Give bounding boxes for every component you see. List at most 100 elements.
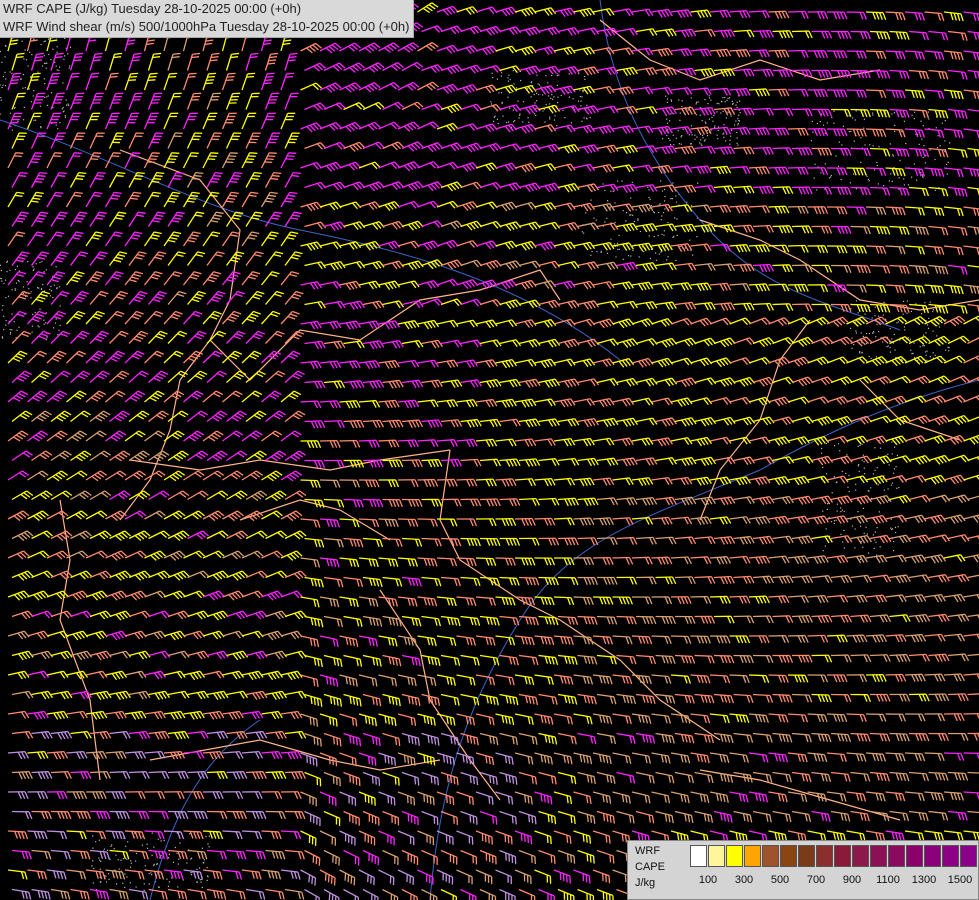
barb-feather [823, 11, 829, 20]
barb-feather [758, 167, 764, 175]
barb-staff [163, 73, 171, 91]
wind-barb [869, 264, 891, 274]
barb-staff [865, 206, 884, 209]
terrain-dot [53, 327, 55, 329]
terrain-dot [724, 96, 726, 99]
wind-barb [612, 47, 634, 56]
barb-feather [833, 50, 838, 59]
barb-feather [937, 208, 942, 216]
barb-feather [116, 132, 125, 134]
wind-barb [260, 152, 277, 169]
terrain-dot [736, 101, 738, 103]
barb-feather [836, 11, 841, 20]
barb-feather [860, 109, 865, 118]
rivers-layer [0, 0, 979, 900]
barb-staff [865, 128, 884, 131]
barb-feather [765, 69, 771, 77]
wind-barb [670, 243, 693, 253]
wind-barb [538, 65, 561, 75]
barb-feather [925, 188, 930, 197]
terrain-dot [702, 137, 704, 139]
terrain-dot [872, 534, 874, 536]
barb-feather [847, 31, 852, 39]
terrain-dot [836, 503, 838, 505]
terrain-dot [20, 78, 23, 80]
barb-feather [921, 247, 926, 255]
wind-barb [46, 191, 64, 208]
terrain-dot [39, 261, 41, 264]
terrain-dot [704, 139, 706, 141]
terrain-dot [679, 119, 681, 121]
barb-staff [124, 231, 136, 247]
wind-barb [791, 30, 813, 39]
terrain-dot [939, 145, 941, 147]
wind-barb [694, 262, 716, 271]
terrain-dot [31, 325, 33, 327]
wind-barb [225, 211, 244, 227]
terrain-dot [638, 256, 640, 258]
barb-staff [108, 172, 119, 188]
barb-feather [918, 149, 923, 157]
barb-feather [866, 265, 871, 274]
wind-barb [284, 251, 303, 266]
terrain-dot [637, 218, 639, 220]
wind-barb [304, 142, 327, 150]
wind-barb [752, 185, 774, 195]
wind-barb [694, 28, 716, 37]
barb-feather [778, 69, 784, 78]
terrain-dot [30, 101, 33, 103]
barb-feather [93, 152, 102, 154]
wind-barb [514, 123, 537, 134]
wind-barb [592, 242, 615, 251]
terrain-dot [549, 103, 551, 105]
barb-feather [821, 148, 826, 156]
terrain-dot [54, 322, 57, 324]
barb-feather [895, 207, 899, 215]
barb-feather [681, 225, 687, 233]
terrain-dot [874, 447, 876, 449]
terrain-dot [506, 121, 508, 124]
wind-barb [811, 30, 833, 39]
terrain-dot [727, 97, 729, 99]
wind-barb [635, 262, 658, 272]
barb-feather [687, 146, 693, 154]
barb-staff [280, 73, 288, 91]
wind-barb [319, 82, 342, 93]
wind-barb [358, 280, 381, 290]
wind-barb [924, 167, 945, 177]
wind-barb [343, 260, 366, 269]
wind-barb [163, 152, 180, 169]
terrain-dot [62, 82, 64, 84]
barb-feather [726, 10, 732, 18]
terrain-dot [876, 527, 878, 529]
terrain-dot [834, 445, 836, 447]
barb-staff [128, 251, 140, 266]
terrain-dot [157, 838, 159, 840]
barb-feather [824, 109, 829, 117]
wind-barb [182, 271, 202, 286]
barb-feather [706, 165, 712, 174]
terrain-dot [860, 137, 862, 139]
river-line [149, 719, 261, 900]
barb-feather [859, 207, 864, 215]
wind-barb [811, 225, 833, 234]
terrain-dot [870, 357, 872, 359]
barb-staff [182, 113, 191, 130]
wind-barb [7, 72, 22, 91]
wind-barb [807, 11, 829, 20]
barb-feather [917, 51, 922, 60]
barb-feather [875, 207, 880, 215]
barb-feather [886, 266, 891, 274]
barb-feather [801, 11, 806, 19]
wind-barb [440, 142, 463, 152]
barb-staff [889, 264, 907, 268]
terrain-dot [649, 207, 651, 209]
barb-feather [707, 107, 713, 115]
terrain-dot [848, 115, 850, 117]
barb-feather [813, 50, 818, 59]
barb-feather [765, 147, 771, 155]
barb-feather [805, 108, 810, 117]
terrain-dot [153, 846, 155, 848]
barb-feather [214, 132, 222, 134]
terrain-dot [687, 109, 689, 111]
